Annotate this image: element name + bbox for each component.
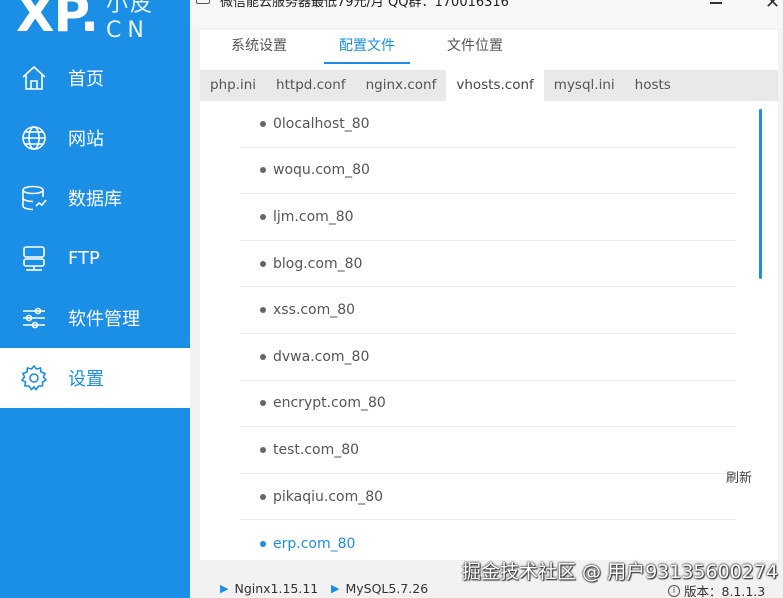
- list-item[interactable]: test.com_80: [240, 427, 736, 474]
- bullet-icon: [260, 446, 266, 453]
- sidebar-item-website[interactable]: 网站: [0, 108, 190, 168]
- sidebar-item-ftp[interactable]: FTP: [0, 228, 190, 288]
- info-icon: i: [668, 584, 680, 597]
- vhost-list: 0localhost_80 woqu.com_80 ljm.com_80 blo…: [240, 101, 736, 560]
- refresh-button[interactable]: 刷新: [726, 467, 752, 486]
- tab-vhosts-conf[interactable]: vhosts.conf: [446, 70, 544, 101]
- vhost-name: pikaqiu.com_80: [273, 488, 384, 505]
- sidebar: XP. 小皮 CN 首页 网站 数据库 FTP 软件管理 设置: [0, 0, 190, 598]
- window-icon: [196, 0, 210, 4]
- vhost-name: woqu.com_80: [273, 162, 370, 179]
- scrollbar[interactable]: [759, 109, 762, 279]
- mysql-status[interactable]: ▶ MySQL5.7.26: [331, 581, 428, 596]
- vhost-name: ljm.com_80: [273, 208, 354, 225]
- logo-main: XP.: [16, 0, 99, 43]
- tab-nginx-conf[interactable]: nginx.conf: [356, 70, 447, 101]
- bullet-icon: [260, 167, 266, 174]
- sidebar-item-label: 首页: [68, 69, 104, 90]
- vhost-name: dvwa.com_80: [273, 348, 370, 365]
- sidebar-item-database[interactable]: 数据库: [0, 168, 190, 228]
- sidebar-item-settings[interactable]: 设置: [0, 348, 190, 408]
- sidebar-nav: 首页 网站 数据库 FTP 软件管理 设置: [0, 48, 190, 408]
- bullet-icon: [260, 540, 266, 547]
- tab-file-locations[interactable]: 文件位置: [432, 30, 518, 70]
- bullet-icon: [260, 493, 266, 500]
- app-window: XP. 小皮 CN 首页 网站 数据库 FTP 软件管理 设置 微信能云服务器最…: [0, 0, 783, 598]
- sidebar-item-home[interactable]: 首页: [0, 48, 190, 108]
- logo: XP. 小皮 CN: [16, 0, 154, 44]
- sidebar-item-label: 数据库: [68, 189, 122, 210]
- play-icon: ▶: [220, 582, 229, 595]
- minimize-icon[interactable]: [710, 2, 722, 4]
- logo-sub-bottom: CN: [106, 18, 150, 43]
- list-item[interactable]: pikaqiu.com_80: [240, 474, 736, 521]
- list-item[interactable]: dvwa.com_80: [240, 334, 736, 381]
- sidebar-item-label: 网站: [68, 129, 104, 150]
- gear-icon: [20, 364, 48, 392]
- list-item[interactable]: 0localhost_80: [240, 101, 736, 148]
- tab-hosts[interactable]: hosts: [625, 70, 681, 101]
- list-item-selected[interactable]: erp.com_80: [240, 520, 736, 560]
- tab-php-ini[interactable]: php.ini: [200, 70, 266, 101]
- home-icon: [20, 64, 48, 92]
- sidebar-item-label: 软件管理: [68, 309, 140, 330]
- tab-mysql-ini[interactable]: mysql.ini: [544, 70, 625, 101]
- sidebar-item-label: FTP: [68, 247, 100, 269]
- bullet-icon: [260, 353, 266, 360]
- bullet-icon: [260, 307, 266, 314]
- list-item[interactable]: ljm.com_80: [240, 194, 736, 241]
- bullet-icon: [260, 213, 266, 220]
- close-icon[interactable]: ✕: [765, 0, 780, 13]
- sidebar-item-label: 设置: [68, 369, 104, 390]
- vhost-name: xss.com_80: [273, 302, 356, 319]
- vhost-name: test.com_80: [273, 441, 360, 458]
- sidebar-item-software[interactable]: 软件管理: [0, 288, 190, 348]
- settings-tabs: 系统设置 配置文件 文件位置: [200, 30, 778, 70]
- database-icon: [20, 184, 48, 212]
- list-item[interactable]: woqu.com_80: [240, 148, 736, 195]
- nginx-status[interactable]: ▶ Nginx1.15.11: [220, 581, 318, 596]
- vhost-name: erp.com_80: [273, 535, 356, 552]
- bullet-icon: [260, 400, 266, 407]
- server-icon: [20, 244, 48, 272]
- list-item[interactable]: blog.com_80: [240, 241, 736, 288]
- list-item[interactable]: xss.com_80: [240, 287, 736, 334]
- bullet-icon: [260, 120, 266, 127]
- watermark: 掘金技术社区 @ 用户93135600274: [462, 561, 779, 583]
- title-bar-text: 微信能云服务器最低79元/月 QQ群：170016316: [220, 0, 509, 10]
- vhost-name: 0localhost_80: [273, 115, 370, 132]
- config-file-tabs: php.ini httpd.conf nginx.conf vhosts.con…: [200, 70, 778, 101]
- vhost-name: encrypt.com_80: [273, 395, 386, 412]
- play-icon: ▶: [331, 582, 340, 595]
- sliders-icon: [20, 304, 48, 332]
- tab-system-settings[interactable]: 系统设置: [216, 30, 302, 70]
- globe-icon: [20, 124, 48, 152]
- logo-sub-top: 小皮: [106, 0, 155, 17]
- bullet-icon: [260, 260, 266, 267]
- list-item[interactable]: encrypt.com_80: [240, 381, 736, 428]
- nginx-label: Nginx1.15.11: [234, 581, 319, 596]
- tab-httpd-conf[interactable]: httpd.conf: [266, 70, 356, 101]
- tab-config-files[interactable]: 配置文件: [324, 30, 410, 70]
- mysql-label: MySQL5.7.26: [345, 581, 429, 596]
- vhost-name: blog.com_80: [273, 255, 363, 272]
- vhost-list-panel: 0localhost_80 woqu.com_80 ljm.com_80 blo…: [200, 101, 778, 560]
- title-bar: 微信能云服务器最低79元/月 QQ群：170016316 ✕: [190, 0, 783, 28]
